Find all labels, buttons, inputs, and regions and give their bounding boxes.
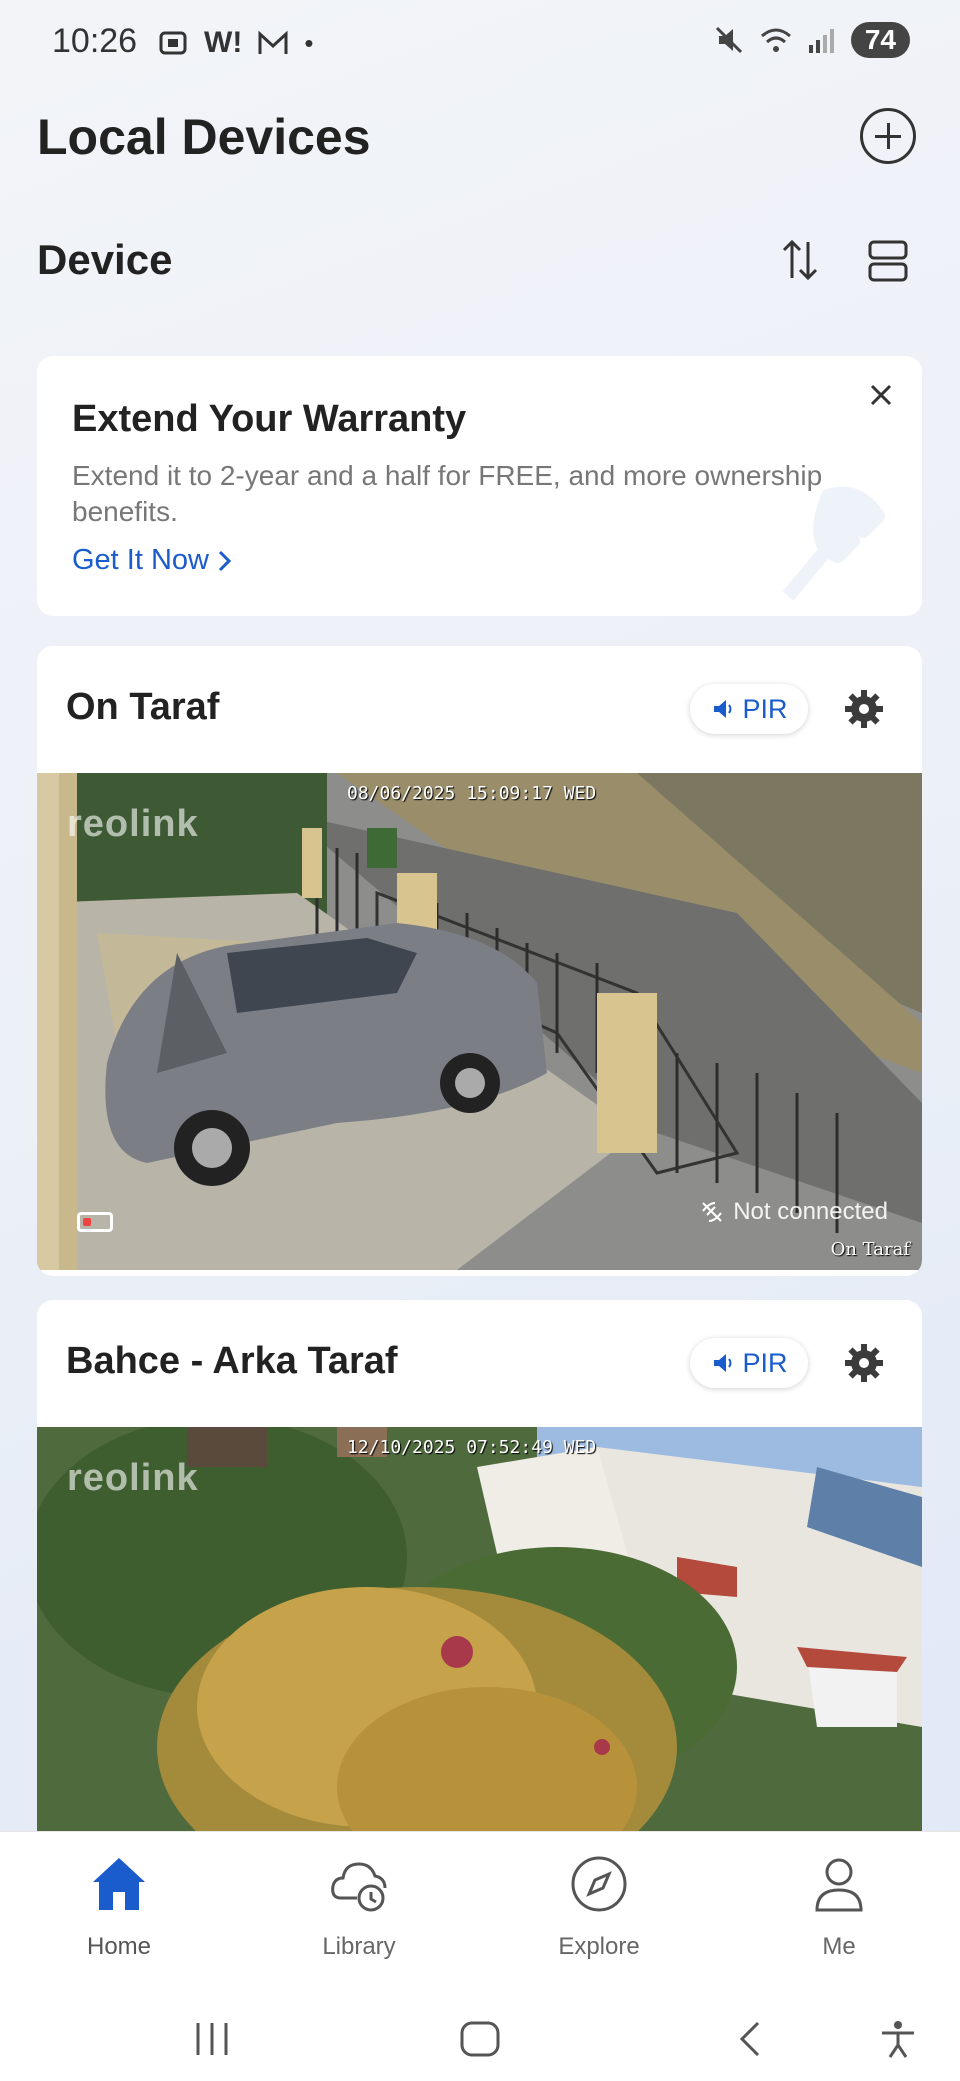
wrench-icon (782, 486, 885, 601)
home-button-icon[interactable] (450, 2019, 510, 2059)
nav-home-label: Home (86, 1933, 152, 1960)
status-time: 10:26 (52, 22, 138, 60)
dot-icon: • (304, 27, 314, 58)
speaker-icon (714, 1354, 732, 1372)
home-icon (93, 1858, 145, 1910)
user-icon (815, 1858, 863, 1912)
add-device-button[interactable] (860, 108, 916, 164)
reolink-watermark: reolink (67, 803, 199, 845)
gear-icon[interactable] (843, 688, 885, 730)
recent-apps-icon[interactable] (182, 2019, 242, 2059)
bottom-nav: Home Library Explore Me (0, 1831, 960, 2002)
reolink-watermark: reolink (67, 1457, 199, 1499)
gmail-icon (258, 30, 288, 54)
accessibility-icon[interactable] (868, 2019, 928, 2059)
get-it-now-link[interactable]: Get It Now (72, 544, 233, 577)
section-title: Device (37, 236, 173, 283)
sort-icon[interactable] (780, 236, 820, 284)
nav-explore[interactable]: Explore (519, 1852, 679, 1961)
camera-feed[interactable]: 08/06/2025 15:09:17 WED reolink Not conn… (37, 773, 922, 1270)
speaker-icon (714, 700, 732, 718)
pir-button[interactable]: PIR (690, 1338, 808, 1388)
warranty-promo-card[interactable]: Extend Your Warranty Extend it to 2-year… (37, 356, 922, 616)
pir-label: PIR (742, 1347, 788, 1378)
battery-badge: 74 (850, 22, 910, 58)
device-card[interactable]: On Taraf PIR 08/06/2025 15:09:17 WED reo… (37, 646, 922, 1276)
nav-me-label: Me (822, 1933, 856, 1960)
nav-me[interactable]: Me (759, 1852, 919, 1961)
feed-timestamp: 12/10/2025 07:52:49 WED (347, 1437, 597, 1458)
battery-low-icon (77, 1212, 113, 1232)
compass-icon (571, 1856, 627, 1912)
connection-status-label: Not connected (733, 1198, 888, 1225)
device-name: Bahce - Arka Taraf (66, 1340, 398, 1382)
nav-library[interactable]: Library (279, 1852, 439, 1961)
camera-osd-label: On Taraf (830, 1239, 910, 1260)
cta-label: Get It Now (72, 544, 209, 576)
disconnected-icon (702, 1202, 723, 1222)
nav-explore-label: Explore (558, 1933, 640, 1960)
status-system-icons: 74 (713, 22, 910, 58)
status-notification-icons: W! • (156, 26, 313, 60)
signal-icon (808, 29, 834, 53)
pir-button[interactable]: PIR (690, 684, 808, 734)
nav-library-label: Library (322, 1933, 396, 1960)
mute-icon (715, 26, 742, 54)
screenshot-icon (159, 31, 187, 55)
wifi-icon (760, 28, 791, 52)
close-icon[interactable] (864, 378, 898, 412)
connection-status: Not connected (699, 1198, 888, 1226)
camera-feed-image (37, 773, 922, 1270)
camera-feed[interactable]: 12/10/2025 07:52:49 WED reolink (37, 1427, 922, 1860)
system-nav-bar (0, 2001, 960, 2081)
status-bar: 10:26 W! • 74 (0, 0, 960, 90)
back-icon[interactable] (720, 2019, 780, 2059)
list-layout-icon[interactable] (868, 240, 908, 282)
w-icon: W! (204, 26, 243, 59)
page-title: Local Devices (37, 109, 371, 165)
gear-icon[interactable] (843, 1342, 885, 1384)
pir-label: PIR (742, 693, 788, 724)
feed-timestamp: 08/06/2025 15:09:17 WED (347, 783, 597, 804)
cloud-clock-icon (331, 1862, 387, 1912)
nav-home[interactable]: Home (39, 1852, 199, 1961)
promo-title: Extend Your Warranty (72, 398, 467, 440)
device-card[interactable]: Bahce - Arka Taraf PIR 12/10/2025 07:52:… (37, 1300, 922, 1860)
chevron-right-icon (218, 550, 232, 571)
device-name: On Taraf (66, 686, 220, 728)
